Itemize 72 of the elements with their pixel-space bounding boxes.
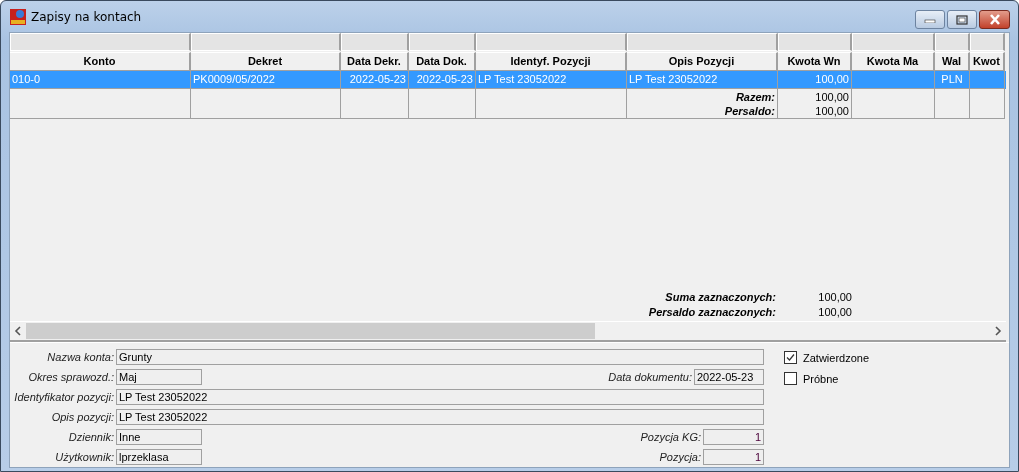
column-header[interactable]: Identyf. Pozycji <box>476 52 627 71</box>
column-header[interactable]: Data Dekr. <box>341 52 409 71</box>
summary-value: 100,00 <box>815 104 849 118</box>
field-label: Identyfikator pozycji: <box>13 391 115 403</box>
table-cell: LP Test 23052022 <box>478 73 567 85</box>
maximize-icon <box>956 14 968 25</box>
total-label: Persaldo zaznaczonych: <box>647 305 776 318</box>
summary-cell <box>341 89 409 119</box>
field-label: Pozycja: <box>659 451 702 463</box>
field-label: Użytkownik: <box>54 451 115 463</box>
filter-field[interactable] <box>970 33 1005 51</box>
text-field[interactable]: Grunty <box>116 349 764 365</box>
table-cell: PLN <box>941 73 963 85</box>
summary-cell <box>935 89 970 119</box>
filter-field[interactable] <box>852 33 935 51</box>
table-cell: PK0009/05/2022 <box>193 73 275 85</box>
table-cell: 100,00 <box>815 73 849 85</box>
column-header[interactable]: Kwota Wn <box>778 52 852 71</box>
summary-label: Razem: <box>735 90 775 104</box>
text-field[interactable]: lprzeklasa <box>116 449 202 465</box>
text-field[interactable]: 1 <box>703 429 764 445</box>
filter-field[interactable] <box>627 33 778 51</box>
text-field[interactable]: 1 <box>703 449 764 465</box>
field-label: Nazwa konta: <box>46 351 115 363</box>
close-button[interactable] <box>979 10 1010 29</box>
filter-field[interactable] <box>476 33 627 51</box>
column-header[interactable]: Dekret <box>191 52 341 71</box>
text-field[interactable]: LP Test 23052022 <box>116 389 764 405</box>
total-value: 100,00 <box>817 305 852 318</box>
checkbox[interactable] <box>784 372 797 385</box>
filter-field[interactable] <box>10 33 191 51</box>
field-label: Okres sprawozd.: <box>27 371 115 383</box>
text-field[interactable]: Maj <box>116 369 202 385</box>
minimize-button[interactable] <box>915 10 945 29</box>
table-cell: LP Test 23052022 <box>629 73 718 85</box>
maximize-button[interactable] <box>947 10 977 29</box>
summary-label: Persaldo: <box>724 104 775 118</box>
horizontal-scrollbar[interactable] <box>10 321 1006 340</box>
text-field[interactable]: LP Test 23052022 <box>116 409 764 425</box>
field-label: Pozycja KG: <box>640 431 702 443</box>
text-field[interactable]: Inne <box>116 429 202 445</box>
table-cell: 010-0 <box>12 73 41 85</box>
checkbox-label[interactable]: Zatwierdzone <box>803 351 870 364</box>
filter-field[interactable] <box>409 33 476 51</box>
minimize-icon <box>924 16 936 23</box>
field-label: Dziennik: <box>67 431 115 443</box>
column-header[interactable]: Kwota Ma <box>852 52 935 71</box>
filter-field[interactable] <box>935 33 970 51</box>
table-cell: 2022-05-23 <box>349 73 406 85</box>
checkbox[interactable] <box>784 351 797 364</box>
filter-field[interactable] <box>341 33 409 51</box>
total-value: 100,00 <box>817 290 852 303</box>
window-title: Zapisy na kontach <box>31 9 142 24</box>
column-header[interactable]: Opis Pozycji <box>627 52 778 71</box>
scrollbar-thumb[interactable] <box>26 323 595 339</box>
field-label: Opis pozycji: <box>50 411 115 423</box>
text-field[interactable]: 2022-05-23 <box>694 369 764 385</box>
summary-cell <box>970 89 1005 119</box>
summary-cell <box>409 89 476 119</box>
filter-field[interactable] <box>191 33 341 51</box>
checkbox-label[interactable]: Próbne <box>803 372 839 385</box>
table-cell: 2022-05-23 <box>416 73 473 85</box>
close-icon <box>987 14 1002 25</box>
column-header[interactable]: Kwot <box>970 52 1005 71</box>
total-label: Suma zaznaczonych: <box>664 290 776 303</box>
column-header[interactable]: Konto <box>10 52 191 71</box>
app-icon <box>10 8 26 25</box>
column-header[interactable]: Data Dok. <box>409 52 476 71</box>
column-header[interactable]: Wal <box>935 52 970 71</box>
filter-field[interactable] <box>778 33 852 51</box>
summary-value: 100,00 <box>815 90 849 104</box>
field-label: Data dokumentu: <box>608 371 693 383</box>
